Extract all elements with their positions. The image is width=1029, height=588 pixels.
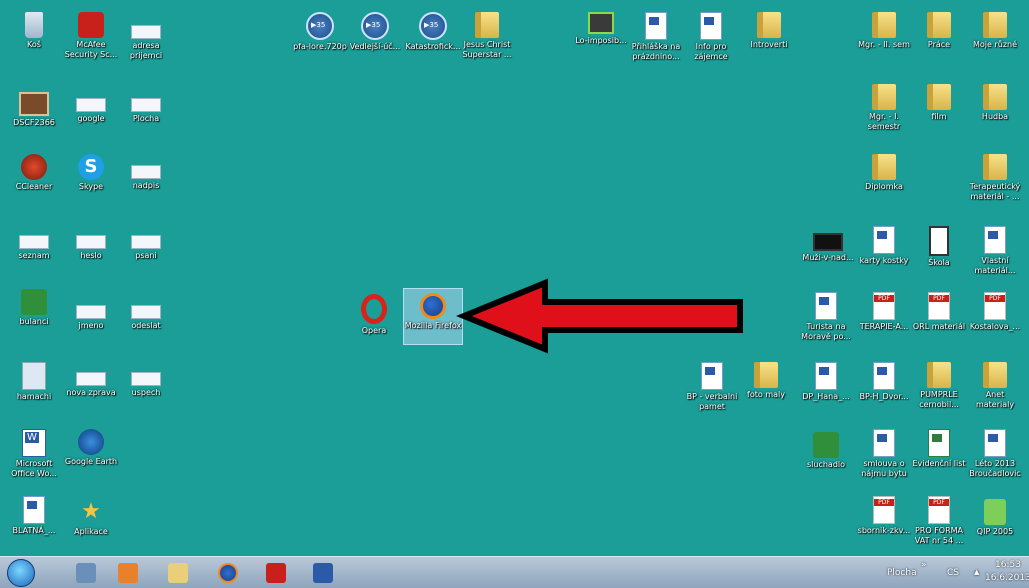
arrow-shape [456,278,743,354]
taskbar: Plocha » CS ▲ 16:53 16.6.2013 [0,556,1029,588]
start-button[interactable] [4,558,38,587]
word-icon [313,562,333,583]
desktop: Koš DSCF2366 CCleaner seznam bulanci ham… [0,0,1029,556]
taskbar-explorer[interactable] [158,559,198,586]
windows-orb-icon [7,558,35,587]
toolbar-chevron[interactable]: » [921,560,927,570]
clock-date[interactable]: 16.6.2013 [985,573,1029,583]
taskbar-acrobat[interactable] [256,559,296,586]
taskbar-app-1[interactable] [66,559,106,586]
system-tray: Plocha » CS ▲ 16:53 16.6.2013 [879,557,1029,588]
clock-time[interactable]: 16:53 [995,560,1021,570]
tray-expand-arrow[interactable]: ▲ [974,568,979,576]
app-icon [76,562,96,583]
outlook-icon [118,562,138,583]
taskbar-word[interactable] [303,559,343,586]
taskbar-outlook[interactable] [108,559,148,586]
language-indicator[interactable]: CS [947,568,959,578]
acrobat-icon [266,562,286,583]
taskbar-firefox[interactable] [208,559,248,586]
annotation-arrow [456,278,743,354]
folder-icon [168,562,188,583]
desktop-toolbar-label[interactable]: Plocha [887,568,917,578]
firefox-icon [218,562,238,583]
